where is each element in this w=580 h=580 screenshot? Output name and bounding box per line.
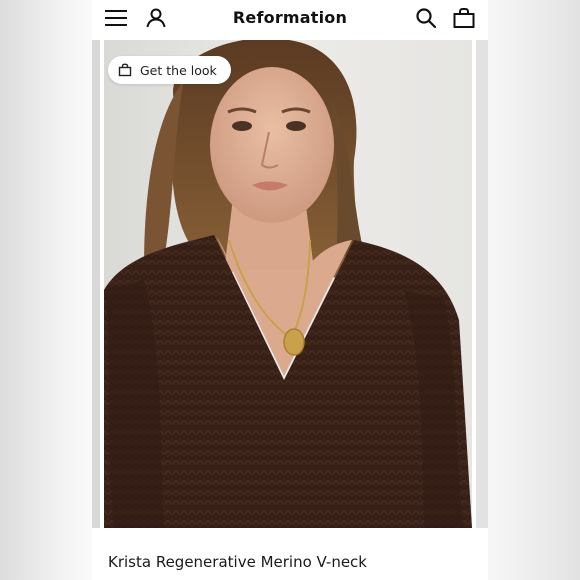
- model-illustration: [104, 40, 472, 528]
- get-the-look-button[interactable]: Get the look: [108, 56, 231, 84]
- shopping-bag-icon[interactable]: [452, 6, 476, 30]
- product-title: Krista Regenerative Merino V-neck: [108, 553, 367, 571]
- top-nav-bar: Reformation: [92, 0, 488, 38]
- search-icon[interactable]: [414, 6, 438, 30]
- app-screen: Reformation Get the look Krista Regenera…: [92, 0, 488, 580]
- next-image-peek[interactable]: [476, 40, 488, 528]
- get-the-look-label: Get the look: [140, 62, 217, 78]
- shopping-bag-icon: [118, 63, 132, 77]
- product-hero-image[interactable]: [104, 40, 472, 528]
- previous-image-peek: [92, 40, 100, 528]
